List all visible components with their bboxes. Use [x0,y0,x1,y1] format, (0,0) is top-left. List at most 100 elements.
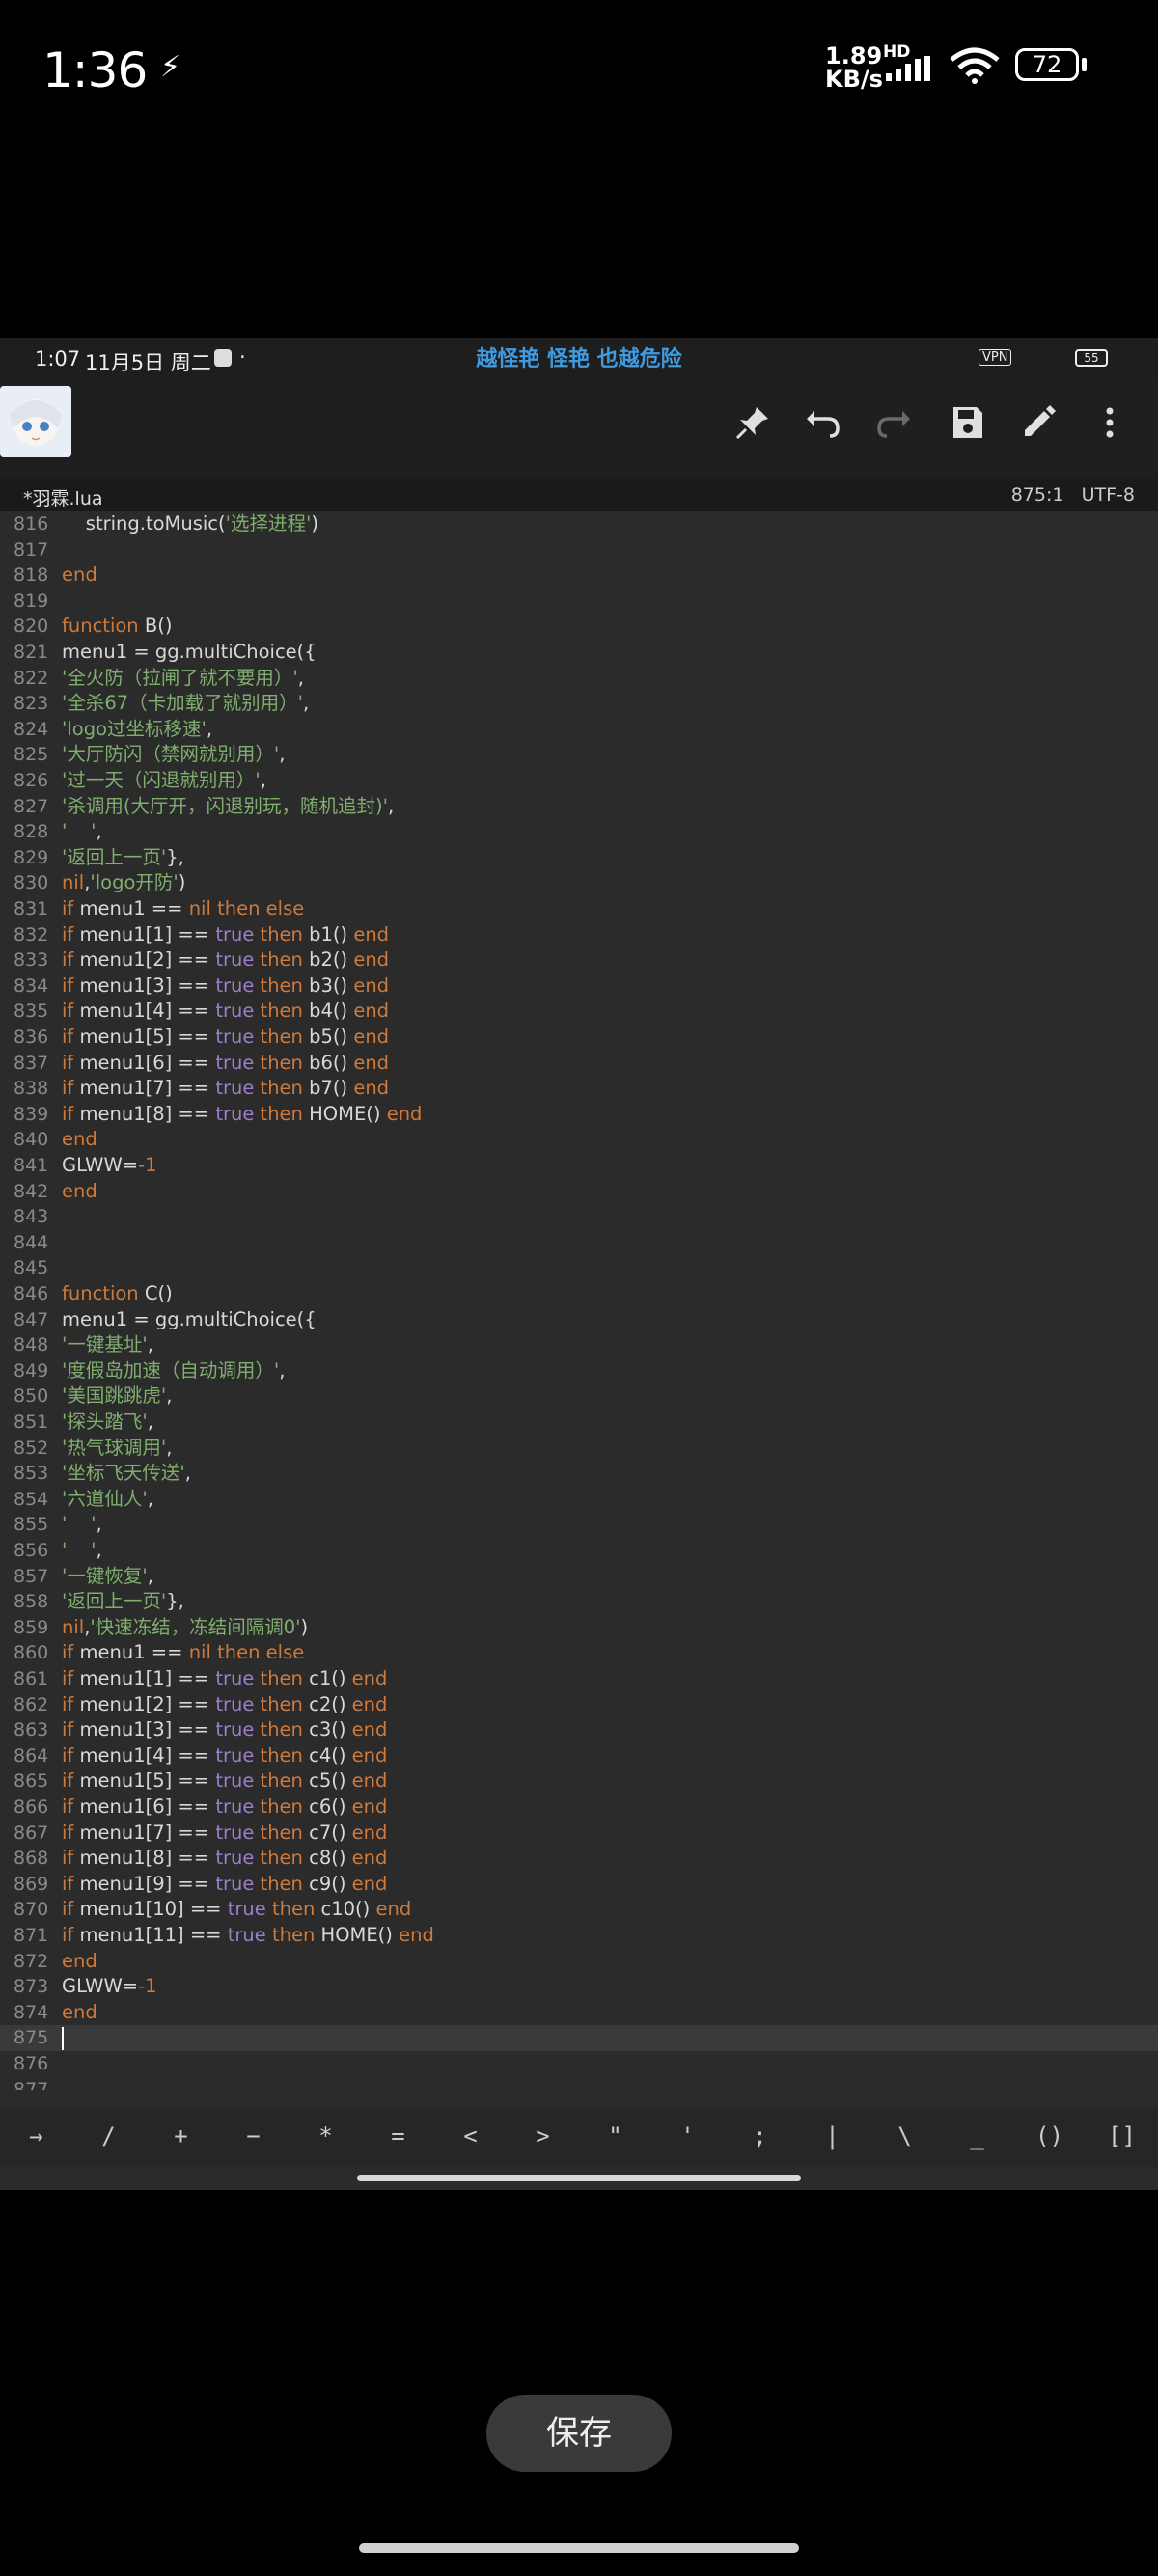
code-line[interactable]: 842 end [0,1179,1158,1205]
symbol-key[interactable]: − [234,2123,273,2150]
more-icon[interactable] [1089,401,1131,444]
code-text[interactable]: '探头踏飞', [62,1410,153,1436]
code-text[interactable]: if menu1[8] == true then HOME() end [62,1102,422,1128]
code-line[interactable]: 852 '热气球调用', [0,1436,1158,1462]
code-line[interactable]: 822 '全火防（拉闸了就不要用）', [0,666,1158,692]
code-text[interactable]: nil,'logo开防') [62,870,185,896]
code-line[interactable]: 872 end [0,1949,1158,1975]
code-text[interactable]: function C() [62,1281,173,1307]
code-text[interactable]: end [62,1179,97,1205]
code-text[interactable]: if menu1 == nil then else [62,1640,304,1666]
symbol-key[interactable]: → [17,2123,56,2150]
code-line[interactable]: 838 if menu1[7] == true then b7() end [0,1076,1158,1102]
code-line[interactable]: 832 if menu1[1] == true then b1() end [0,922,1158,948]
code-text[interactable]: end [62,562,97,589]
code-line[interactable]: 851 '探头踏飞', [0,1410,1158,1436]
symbol-key[interactable]: \ [886,2123,924,2150]
undo-icon[interactable] [801,401,843,444]
code-text[interactable]: '杀调用(大厅开，闪退别玩，随机追封)', [62,794,394,820]
symbol-key[interactable]: ; [741,2123,780,2150]
code-line[interactable]: 836 if menu1[5] == true then b5() end [0,1025,1158,1051]
code-line[interactable]: 861 if menu1[1] == true then c1() end [0,1666,1158,1692]
code-text[interactable]: if menu1[8] == true then c8() end [62,1846,387,1872]
symbol-key[interactable]: * [307,2123,345,2150]
symbol-key[interactable]: > [524,2123,563,2150]
code-text[interactable]: '度假岛加速（自动调用）', [62,1358,285,1384]
symbol-key[interactable]: | [813,2123,852,2150]
code-line[interactable]: 873 GLWW=-1 [0,1974,1158,2000]
code-text[interactable]: menu1 = gg.multiChoice({ [62,640,317,666]
code-text[interactable]: if menu1[7] == true then b7() end [62,1076,389,1102]
code-text[interactable]: if menu1[1] == true then c1() end [62,1666,387,1692]
code-text[interactable]: if menu1[10] == true then c10() end [62,1897,411,1923]
code-line[interactable]: 823 '全杀67（卡加载了就别用）', [0,691,1158,717]
code-text[interactable]: end [62,1127,97,1153]
home-indicator[interactable] [359,2543,799,2553]
code-text[interactable]: if menu1[7] == true then c7() end [62,1821,387,1847]
code-line[interactable]: 817 [0,537,1158,563]
code-line[interactable]: 816 string.toMusic('选择进程') [0,511,1158,537]
redo-icon[interactable] [873,401,916,444]
code-text[interactable]: if menu1[3] == true then b3() end [62,973,389,1000]
code-line[interactable]: 828 ' ', [0,819,1158,845]
code-line[interactable]: 877 [0,2077,1158,2090]
file-tab[interactable]: *羽霖.lua [23,484,103,510]
code-line[interactable]: 819 [0,589,1158,615]
code-text[interactable]: if menu1[6] == true then c6() end [62,1795,387,1821]
code-line[interactable]: 855 ' ', [0,1512,1158,1538]
symbol-key[interactable]: / [90,2123,128,2150]
code-line[interactable]: 833 if menu1[2] == true then b2() end [0,947,1158,973]
code-text[interactable]: if menu1[9] == true then c9() end [62,1872,387,1898]
symbol-key[interactable]: _ [958,2123,997,2150]
code-text[interactable]: if menu1[5] == true then c5() end [62,1768,387,1795]
code-text[interactable]: '美国跳跳虎', [62,1384,172,1410]
code-text[interactable]: if menu1[3] == true then c3() end [62,1717,387,1743]
code-line[interactable]: 837 if menu1[6] == true then b6() end [0,1051,1158,1077]
code-line[interactable]: 871 if menu1[11] == true then HOME() end [0,1923,1158,1949]
code-line[interactable]: 854 '六道仙人', [0,1487,1158,1513]
code-text[interactable]: if menu1[5] == true then b5() end [62,1025,389,1051]
code-text[interactable]: function B() [62,614,172,640]
code-line[interactable]: 829 '返回上一页'}, [0,845,1158,871]
code-text[interactable]: if menu1[2] == true then b2() end [62,947,389,973]
code-line[interactable]: 867 if menu1[7] == true then c7() end [0,1821,1158,1847]
code-editor[interactable]: 816 string.toMusic('选择进程') 817 818 end 819 82… [0,511,1158,2090]
code-text[interactable]: if menu1[6] == true then b6() end [62,1051,389,1077]
code-line[interactable]: 847 menu1 = gg.multiChoice({ [0,1307,1158,1333]
code-text[interactable]: '一键恢复', [62,1564,153,1590]
code-line[interactable]: 866 if menu1[6] == true then c6() end [0,1795,1158,1821]
code-text[interactable]: '热气球调用', [62,1436,172,1462]
symbol-key[interactable]: = [379,2123,418,2150]
code-line[interactable]: 865 if menu1[5] == true then c5() end [0,1768,1158,1795]
symbol-key[interactable]: () [1031,2123,1069,2150]
code-text[interactable]: '全火防（拉闸了就不要用）', [62,666,304,692]
code-text[interactable]: if menu1[4] == true then c4() end [62,1743,387,1769]
code-line[interactable]: 827 '杀调用(大厅开，闪退别玩，随机追封)', [0,794,1158,820]
code-line[interactable]: 841 GLWW=-1 [0,1153,1158,1179]
code-line[interactable]: 844 [0,1230,1158,1256]
code-line[interactable]: 860 if menu1 == nil then else [0,1640,1158,1666]
code-line[interactable]: 856 ' ', [0,1538,1158,1564]
code-line[interactable]: 845 [0,1255,1158,1281]
code-line[interactable]: 864 if menu1[4] == true then c4() end [0,1743,1158,1769]
code-text[interactable]: '六道仙人', [62,1487,153,1513]
code-text[interactable]: end [62,2000,97,2026]
code-text[interactable]: if menu1 == nil then else [62,896,304,922]
code-text[interactable]: '过一天（闪退就别用）', [62,768,266,794]
code-line[interactable]: 831 if menu1 == nil then else [0,896,1158,922]
code-line[interactable]: 821 menu1 = gg.multiChoice({ [0,640,1158,666]
code-line[interactable]: 875 [0,2025,1158,2051]
pin-icon[interactable] [731,401,774,444]
code-line[interactable]: 876 [0,2051,1158,2077]
avatar[interactable] [0,386,71,457]
code-line[interactable]: 824 'logo过坐标移速', [0,717,1158,743]
code-text[interactable]: menu1 = gg.multiChoice({ [62,1307,317,1333]
code-line[interactable]: 825 '大厅防闪（禁网就别用）', [0,742,1158,768]
code-line[interactable]: 830 nil,'logo开防') [0,870,1158,896]
code-text[interactable]: ' ', [62,819,102,845]
code-text[interactable]: string.toMusic('选择进程') [62,511,318,537]
code-line[interactable]: 870 if menu1[10] == true then c10() end [0,1897,1158,1923]
code-text[interactable]: '坐标飞天传送', [62,1461,191,1487]
code-line[interactable]: 835 if menu1[4] == true then b4() end [0,999,1158,1025]
code-text[interactable]: ' ', [62,1538,102,1564]
